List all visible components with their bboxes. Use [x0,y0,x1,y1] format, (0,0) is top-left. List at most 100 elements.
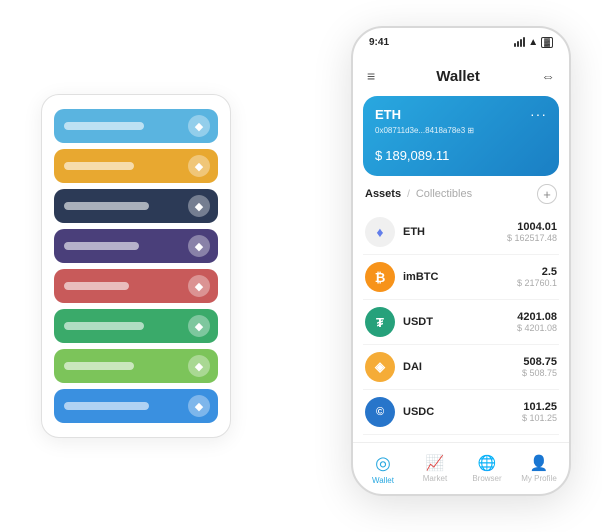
dai-logo: ◈ [365,352,395,382]
market-nav-label: Market [423,474,447,483]
card-stack: ◆ ◆ ◆ ◆ ◆ ◆ ◆ ◆ [41,94,231,438]
card-item-3[interactable]: ◆ [54,189,218,223]
card-icon-6: ◆ [188,315,210,337]
eth-symbol: ETH [403,226,507,238]
usdt-info: USDT [403,316,517,328]
battery-icon: ▓ [541,37,553,48]
eth-card-header: ETH ··· [375,106,547,122]
wallet-nav-icon: ◎ [375,453,391,474]
eth-amount: 1004.01 [507,221,557,233]
usdc-symbol: USDC [403,406,522,418]
asset-row-usdc[interactable]: © USDC 101.25 $ 101.25 [363,390,559,435]
card-icon-5: ◆ [188,275,210,297]
card-item-7[interactable]: ◆ [54,349,218,383]
card-item-1[interactable]: ◆ [54,109,218,143]
tab-assets[interactable]: Assets [365,188,401,200]
tab-separator: / [407,189,410,200]
balance-currency: $ [375,148,382,163]
card-icon-3: ◆ [188,195,210,217]
card-item-2[interactable]: ◆ [54,149,218,183]
card-text-1 [64,122,144,130]
bottom-nav: ◎ Wallet 📈 Market 🌐 Browser 👤 My Profile [353,442,569,494]
menu-icon[interactable]: ≡ [367,68,375,84]
card-item-8[interactable]: ◆ [54,389,218,423]
card-icon-2: ◆ [188,155,210,177]
status-time: 9:41 [369,37,389,48]
asset-row-usdt[interactable]: ₮ USDT 4201.08 $ 4201.08 [363,300,559,345]
eth-info: ETH [403,226,507,238]
eth-values: 1004.01 $ 162517.48 [507,221,557,243]
card-icon-4: ◆ [188,235,210,257]
card-icon-1: ◆ [188,115,210,137]
nav-browser[interactable]: 🌐 Browser [461,454,513,483]
scene: ◆ ◆ ◆ ◆ ◆ ◆ ◆ ◆ [21,16,581,516]
eth-card[interactable]: ETH ··· 0x08711d3e...8418a78e3 ⊞ $189,08… [363,96,559,176]
profile-nav-icon: 👤 [530,454,549,472]
assets-tabs: Assets / Collectibles [365,188,472,200]
asset-row-eth[interactable]: ♦ ETH 1004.01 $ 162517.48 [363,210,559,255]
usdc-logo: © [365,397,395,427]
usdt-symbol: USDT [403,316,517,328]
tab-collectibles[interactable]: Collectibles [416,188,472,200]
wifi-icon: ▲ [528,37,538,48]
dai-usd: $ 508.75 [522,368,557,378]
add-asset-button[interactable]: + [537,184,557,204]
usdt-values: 4201.08 $ 4201.08 [517,311,557,333]
dai-info: DAI [403,361,522,373]
nav-profile[interactable]: 👤 My Profile [513,454,565,483]
card-text-3 [64,202,149,210]
eth-card-name: ETH [375,107,401,122]
phone-header: ≡ Wallet ⇔ [353,56,569,96]
asset-list: ♦ ETH 1004.01 $ 162517.48 ₿ imBTC 2.5 $ … [353,210,569,442]
imbtc-logo: ₿ [365,262,395,292]
card-icon-7: ◆ [188,355,210,377]
imbtc-usd: $ 21760.1 [517,278,557,288]
card-item-6[interactable]: ◆ [54,309,218,343]
eth-logo: ♦ [365,217,395,247]
asset-row-imbtc[interactable]: ₿ imBTC 2.5 $ 21760.1 [363,255,559,300]
wallet-nav-label: Wallet [372,476,394,485]
dai-values: 508.75 $ 508.75 [522,356,557,378]
imbtc-amount: 2.5 [517,266,557,278]
usdt-usd: $ 4201.08 [517,323,557,333]
dai-amount: 508.75 [522,356,557,368]
market-nav-icon: 📈 [426,454,445,472]
eth-card-menu[interactable]: ··· [530,106,547,122]
usdc-usd: $ 101.25 [522,413,557,423]
dai-symbol: DAI [403,361,522,373]
page-title: Wallet [436,68,480,85]
imbtc-info: imBTC [403,271,517,283]
profile-nav-label: My Profile [521,474,557,483]
usdt-logo: ₮ [365,307,395,337]
card-text-6 [64,322,144,330]
card-text-7 [64,362,134,370]
status-bar: 9:41 ▲ ▓ [353,28,569,56]
card-text-8 [64,402,149,410]
card-item-5[interactable]: ◆ [54,269,218,303]
status-right: ▲ ▓ [514,37,553,48]
expand-icon[interactable]: ⇔ [541,68,555,84]
nav-wallet[interactable]: ◎ Wallet [357,453,409,485]
eth-card-address: 0x08711d3e...8418a78e3 ⊞ [375,126,547,135]
card-text-4 [64,242,139,250]
eth-card-balance: $189,089.11 [375,143,547,166]
card-text-2 [64,162,134,170]
usdc-info: USDC [403,406,522,418]
eth-usd: $ 162517.48 [507,233,557,243]
browser-nav-label: Browser [472,474,501,483]
card-item-4[interactable]: ◆ [54,229,218,263]
browser-nav-icon: 🌐 [478,454,497,472]
asset-row-tft[interactable]: 🌿 TFT 13 0 [363,435,559,442]
usdt-amount: 4201.08 [517,311,557,323]
imbtc-values: 2.5 $ 21760.1 [517,266,557,288]
usdc-amount: 101.25 [522,401,557,413]
imbtc-symbol: imBTC [403,271,517,283]
balance-value: 189,089.11 [385,148,449,163]
usdc-values: 101.25 $ 101.25 [522,401,557,423]
signal-icon [514,37,525,47]
phone: 9:41 ▲ ▓ ≡ Wallet ⇔ ETH ··· [351,26,571,496]
asset-row-dai[interactable]: ◈ DAI 508.75 $ 508.75 [363,345,559,390]
assets-header: Assets / Collectibles + [353,184,569,210]
card-icon-8: ◆ [188,395,210,417]
nav-market[interactable]: 📈 Market [409,454,461,483]
